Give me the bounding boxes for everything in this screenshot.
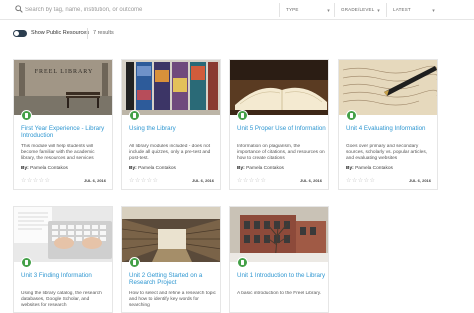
card-author: By: Pamela Contakos (129, 166, 176, 171)
card-title[interactable]: Using the Library (129, 125, 219, 132)
card-description: A basic introduction to the Freel Librar… (237, 291, 322, 296)
author-name: Pamela Contakos (138, 166, 176, 171)
document-icon (129, 110, 140, 121)
author-prefix: By: (21, 166, 29, 171)
card-title[interactable]: Unit 2 Getting Started on a Research Pro… (129, 272, 219, 286)
card-title[interactable]: Unit 5 Proper Use of Information (237, 125, 327, 132)
card-description: How to select and refine a research topi… (129, 291, 216, 308)
public-resources-toggle[interactable] (13, 30, 27, 37)
card-thumbnail (339, 60, 437, 115)
document-icon (21, 110, 32, 121)
author-prefix: By: (129, 166, 137, 171)
author-name: Pamela Contakos (246, 166, 284, 171)
resource-card[interactable]: FREEL LIBRARY First Year Experience - Li… (13, 59, 113, 190)
card-title[interactable]: First Year Experience - Library Introduc… (21, 125, 111, 139)
card-thumbnail (122, 207, 220, 262)
author-prefix: By: (237, 166, 245, 171)
results-count: 7 results (93, 30, 114, 36)
document-icon (129, 257, 140, 268)
grade-filter-label: GRADE/LEVEL (341, 7, 375, 12)
type-filter-dropdown[interactable]: TYPE ▾ (279, 3, 334, 17)
author-name: Pamela Contakos (355, 166, 393, 171)
card-thumbnail: FREEL LIBRARY (14, 60, 112, 115)
card-description: Information on plagiarism, the importanc… (237, 144, 325, 161)
card-date: JUL 6, 2016 (409, 178, 431, 183)
chevron-down-icon: ▾ (377, 8, 380, 14)
rating-stars[interactable]: ☆☆☆☆☆ (21, 177, 50, 184)
author-prefix: By: (346, 166, 354, 171)
card-title[interactable]: Unit 1 Introduction to the Library (237, 272, 327, 279)
rating-stars[interactable]: ☆☆☆☆☆ (237, 177, 266, 184)
card-description: Goes over primary and secondary sources,… (346, 144, 428, 161)
document-icon (237, 110, 248, 121)
sort-label: LATEST (393, 7, 411, 12)
resource-card[interactable]: Using the Library All library modules in… (121, 59, 221, 190)
card-author: By: Pamela Contakos (237, 166, 284, 171)
resource-card[interactable]: Unit 4 Evaluating Information Goes over … (338, 59, 438, 190)
card-date: JUL 6, 2016 (300, 178, 322, 183)
document-icon (346, 110, 357, 121)
freel-library-sign: FREEL LIBRARY (35, 69, 94, 75)
card-description: Using the library catalog, the research … (21, 291, 102, 308)
public-resources-label: Show Public Resources (31, 30, 90, 36)
chevron-down-icon: ▾ (432, 8, 435, 14)
card-thumbnail (122, 60, 220, 115)
resource-card[interactable]: Unit 2 Getting Started on a Research Pro… (121, 206, 221, 313)
document-icon (21, 257, 32, 268)
card-description: All library modules included - does not … (129, 144, 211, 161)
rating-stars[interactable]: ☆☆☆☆☆ (346, 177, 375, 184)
card-author: By: Pamela Contakos (346, 166, 393, 171)
search-input[interactable] (25, 3, 270, 17)
divider (87, 28, 88, 39)
toggle-knob (14, 31, 19, 36)
card-thumbnail (230, 207, 328, 262)
card-title[interactable]: Unit 3 Finding Information (21, 272, 111, 279)
author-name: Pamela Contakos (30, 166, 68, 171)
resource-card[interactable]: Unit 3 Finding Information Using the lib… (13, 206, 113, 313)
search-bar: TYPE ▾ GRADE/LEVEL ▾ LATEST ▾ (0, 0, 474, 20)
search-icon (15, 5, 23, 13)
sort-dropdown[interactable]: LATEST ▾ (386, 3, 439, 17)
document-icon (237, 257, 248, 268)
grade-filter-dropdown[interactable]: GRADE/LEVEL ▾ (334, 3, 384, 17)
resource-card[interactable]: Unit 1 Introduction to the Library A bas… (229, 206, 329, 313)
chevron-down-icon: ▾ (327, 8, 330, 14)
rating-stars[interactable]: ☆☆☆☆☆ (129, 177, 158, 184)
type-filter-label: TYPE (286, 7, 299, 12)
card-thumbnail (230, 60, 328, 115)
card-description: This module will help students will beco… (21, 144, 95, 161)
card-date: JUL 6, 2016 (84, 178, 106, 183)
card-author: By: Pamela Contakos (21, 166, 68, 171)
card-title[interactable]: Unit 4 Evaluating Information (346, 125, 436, 132)
card-date: JUL 6, 2016 (192, 178, 214, 183)
resource-card[interactable]: Unit 5 Proper Use of Information Informa… (229, 59, 329, 190)
card-thumbnail (14, 207, 112, 262)
